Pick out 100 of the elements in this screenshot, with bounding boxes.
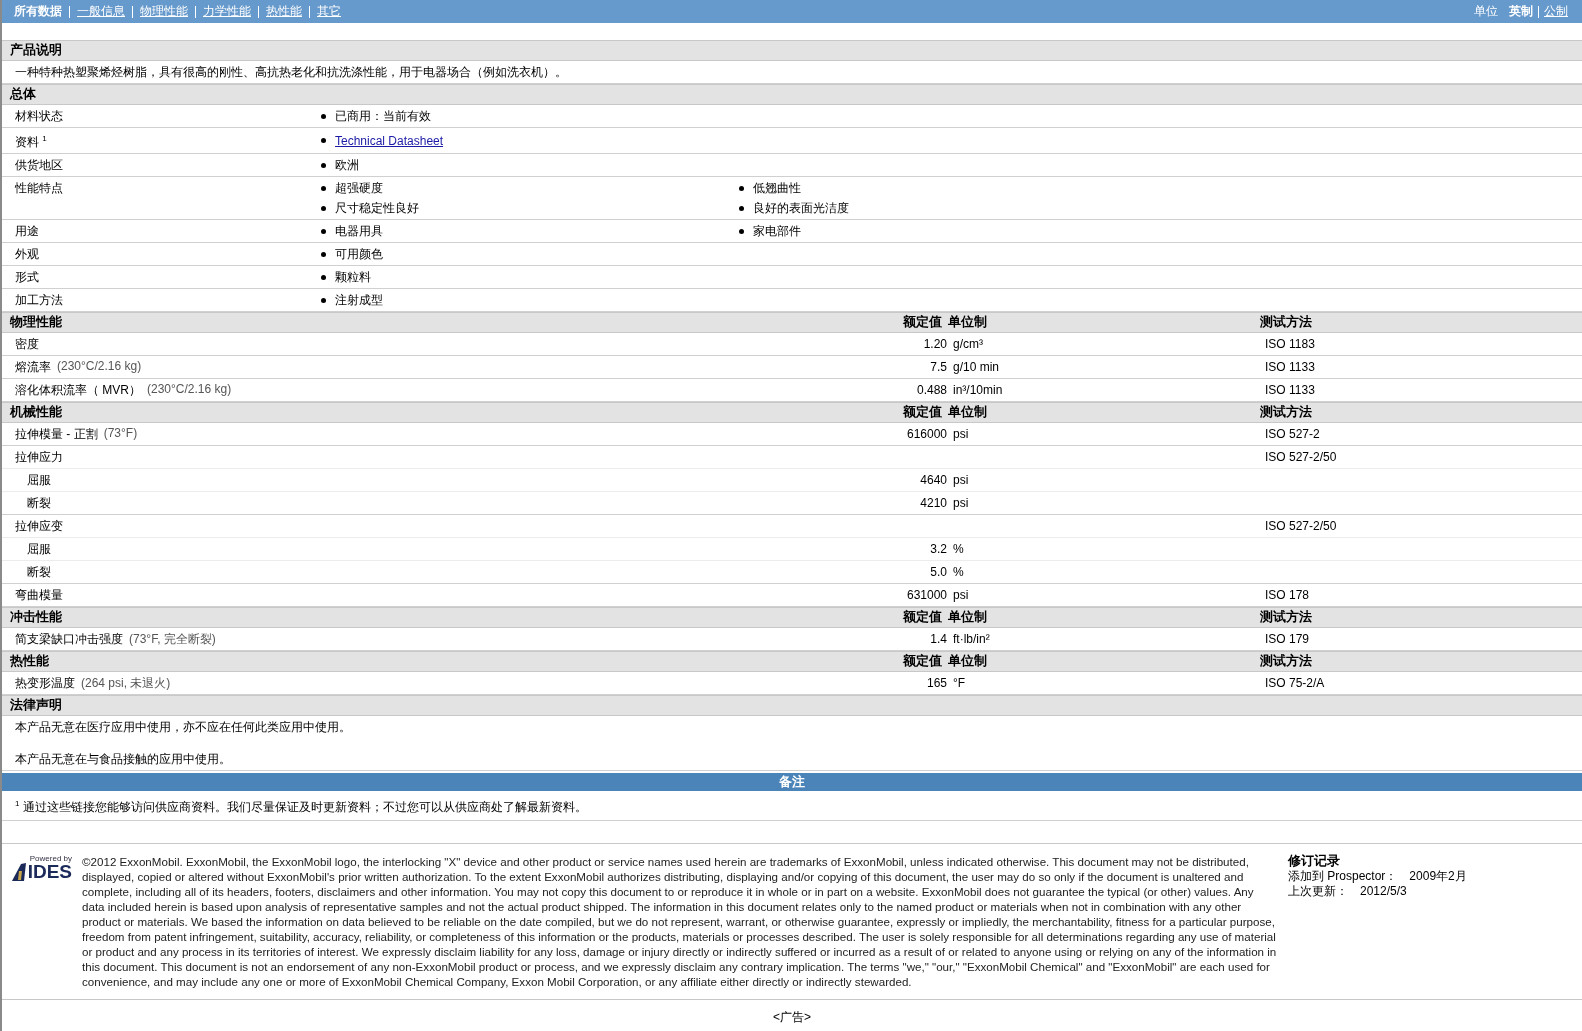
- unit-text: %: [953, 565, 965, 579]
- property-name: 屈服: [27, 540, 51, 558]
- property-label: 加工方法: [15, 293, 64, 307]
- ad-label: <广告>: [773, 1010, 811, 1024]
- test-condition: (230°C/2.16 kg): [147, 381, 232, 398]
- unit-option[interactable]: 英制: [1504, 3, 1538, 20]
- logo-mark-icon: [11, 863, 26, 881]
- property-name: 拉伸应力: [15, 448, 63, 466]
- property-name: 密度: [15, 335, 39, 353]
- test-method: ISO 1133: [1265, 360, 1316, 374]
- nav-tab[interactable]: 其它: [310, 3, 348, 20]
- notice-text: 本产品无意在与食品接触的应用中使用。: [14, 751, 232, 768]
- property-label: 用途: [15, 224, 40, 238]
- bullet-icon: [321, 297, 326, 303]
- nominal-value: 165: [925, 676, 948, 690]
- unit-text: g/cm³: [953, 337, 984, 351]
- nominal-value: 1.20: [922, 337, 948, 351]
- unit-text: psi: [953, 473, 970, 487]
- unit-option[interactable]: 公制: [1539, 3, 1568, 20]
- nominal-value: 0.488: [915, 383, 948, 397]
- column-header: 单位制: [948, 314, 988, 331]
- section-heading: 总体: [2, 84, 1582, 105]
- unit-text: psi: [953, 496, 970, 510]
- nav-tab[interactable]: 物理性能: [133, 3, 195, 20]
- property-label: 资料 $^{1}$: [15, 133, 48, 149]
- property-name: 断裂: [27, 494, 51, 512]
- property-value: 超强硬度: [335, 181, 383, 195]
- bullet-icon: [739, 228, 744, 234]
- column-header: 额定值: [902, 404, 943, 421]
- property-value: 注射成型: [335, 293, 383, 307]
- units-label: 单位: [1474, 3, 1499, 20]
- test-method: ISO 178: [1265, 588, 1311, 602]
- test-condition: (73°F): [103, 425, 138, 442]
- section-heading: 机械性能: [10, 404, 63, 421]
- property-value: 家电部件: [753, 224, 801, 238]
- unit-text: %: [953, 542, 965, 556]
- revision-date: 2009年2月: [1409, 869, 1467, 884]
- property-label: 形式: [15, 270, 40, 284]
- unit-text: ft·lb/in²: [953, 632, 991, 646]
- revision-date: 2012/5/3: [1360, 884, 1407, 899]
- logo-caption: Powered by: [29, 854, 72, 863]
- column-header: 额定值: [902, 609, 943, 626]
- property-value: 低翘曲性: [753, 181, 801, 195]
- bullet-icon: [321, 205, 326, 211]
- property-name: 拉伸模量 - 正割: [15, 425, 98, 443]
- nav-tab[interactable]: 所有数据: [14, 3, 69, 20]
- test-condition: (264 psi, 未退火): [81, 674, 171, 692]
- property-label: 材料状态: [15, 109, 64, 123]
- revision-label: 添加到 Prospector：: [1288, 869, 1398, 884]
- column-header: 单位制: [948, 653, 988, 670]
- property-name: 热变形温度: [15, 674, 75, 692]
- test-method: ISO 527-2: [1265, 427, 1321, 441]
- nav-tab[interactable]: 热性能: [259, 3, 309, 20]
- property-name: 熔流率: [15, 358, 51, 376]
- property-name: 拉伸应变: [15, 517, 63, 535]
- property-value: 电器用具: [335, 224, 383, 238]
- column-header: 测试方法: [1260, 314, 1313, 331]
- copyright-text: ©2012 ExxonMobil. ExxonMobil, the ExxonMobil logo, the interlocking "X" device and other product or service names used herein are trademarks of ExxonMobil, unless indicated otherwise. This document may not be distributed, displayed, copied or altered without ExxonMobil's prior written authorization. To the extent ExxonMobil authorizes distributing, displaying and/or copying of this document, the user may do so only if the document is unaltered and complete, including all of its headers, footers, disclaimers and other information. You may not copy this document to or reproduce it in whole or in part on a website. ExxonMobil does not guarantee the typical (or other) values. Any data included herein is based upon analysis of representative samples and not the actual product shipped. The information in this document relates only to the named product or materials when not in combination with any other product or materials. We based the information on data believed to be reliable on the date compiled, but we do not represent, warrant, or otherwise guarantee, expressly or impliedly, the merchantability, fitness for a particular purpose, freedom from patent infringement, suitability, accuracy, reliability, or completeness of this information or the products, materials or processes described. The user is solely responsible for all determinations regarding any use of material or product and any process in its territories of interest. We expressly disclaim liability for any loss, damage or injury directly or indirectly suffered or incurred as a result of or related to anyone using or relying on any of the information in this document. This document is not an endorsement of any non-ExxonMobil product or process, and we expressly disclaim any contrary implication. The terms "we," "our," "ExxonMobil Chemical" and "ExxonMobil" are each used for convenience, and may include any one or more of ExxonMobil Chemical Company, Exxon Mobil Corporation, or any affiliate either directly or indirectly stewarded.: [82, 854, 1278, 989]
- property-label: 性能特点: [15, 181, 64, 197]
- property-value: 可用颜色: [335, 247, 383, 261]
- nominal-value: 5.0: [929, 565, 948, 579]
- revision-heading: 修订记录: [1288, 854, 1341, 869]
- unit-text: psi: [953, 588, 970, 602]
- property-value: 良好的表面光洁度: [753, 201, 849, 215]
- section-heading: 物理性能: [10, 314, 63, 331]
- bullet-icon: [739, 205, 744, 211]
- bullet-icon: [321, 162, 326, 168]
- property-name: 断裂: [27, 563, 51, 581]
- nominal-value: 4210: [919, 496, 948, 510]
- section-heading: 法律声明: [2, 695, 1582, 716]
- section-heading: 热性能: [10, 653, 50, 670]
- notes-bar: 备注: [2, 773, 1582, 791]
- footnote-text: $^{1}$ 通过这些链接您能够访问供应商资料。我们尽量保证及时更新资料；不过您可以从供应商处了解最新资料。: [2, 791, 1582, 821]
- column-header: 单位制: [948, 404, 988, 421]
- test-condition: (73°F, 完全断裂): [129, 630, 216, 648]
- column-header: 额定值: [902, 653, 943, 670]
- test-method: ISO 527-2/50: [1265, 450, 1338, 464]
- property-value: 尺寸稳定性良好: [335, 201, 419, 215]
- test-method: ISO 179: [1265, 632, 1311, 646]
- nav-tab[interactable]: 一般信息: [70, 3, 132, 20]
- nav-tab[interactable]: 力学性能: [196, 3, 258, 20]
- column-header: 额定值: [902, 314, 943, 331]
- test-method: ISO 75-2/A: [1265, 676, 1326, 690]
- nominal-value: 1.4: [929, 632, 948, 646]
- datasheet-link[interactable]: Technical Datasheet: [335, 133, 444, 148]
- nominal-value: 4640: [919, 473, 948, 487]
- unit-text: psi: [953, 427, 970, 441]
- bullet-icon: [321, 185, 326, 191]
- test-condition: (230°C/2.16 kg): [57, 358, 142, 375]
- bullet-icon: [739, 185, 744, 191]
- column-header: 测试方法: [1260, 404, 1313, 421]
- unit-text: g/10 min: [953, 360, 1001, 374]
- property-label: 外观: [15, 247, 40, 261]
- bullet-icon: [321, 274, 326, 280]
- unit-text: in³/10min: [953, 383, 1004, 397]
- test-method: ISO 1183: [1265, 337, 1316, 351]
- bullet-icon: [321, 251, 326, 257]
- notice-text: 本产品无意在医疗应用中使用，亦不应在任何此类应用中使用。: [14, 719, 352, 736]
- property-name: 弯曲模量: [15, 586, 63, 604]
- nominal-value: 3.2: [929, 542, 948, 556]
